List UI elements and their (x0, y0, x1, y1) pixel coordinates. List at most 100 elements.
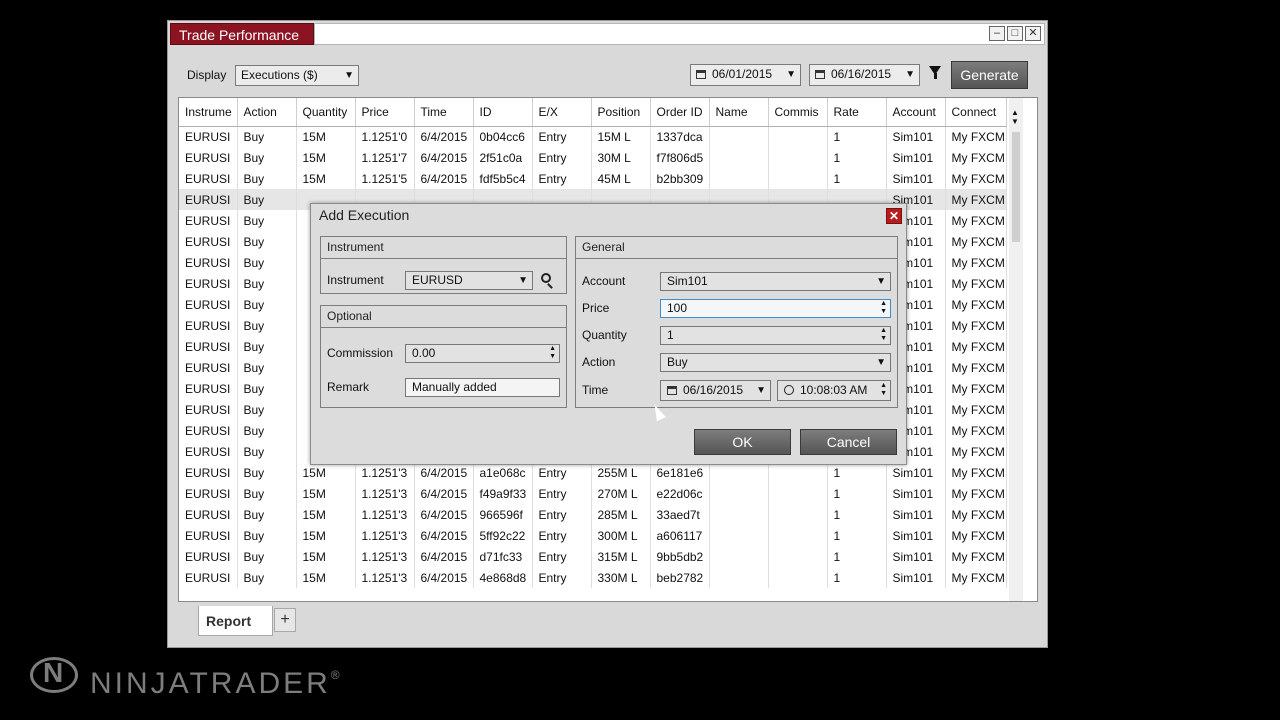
table-cell: EURUSI (179, 126, 238, 147)
account-value: Sim101 (667, 274, 708, 288)
ok-button[interactable]: OK (694, 429, 791, 455)
table-cell: Buy (237, 462, 297, 483)
sort-arrows-icon[interactable]: ▲ ▼ (1011, 108, 1019, 126)
from-date-picker[interactable]: 06/01/2015 ▼ (690, 64, 801, 86)
table-cell: My FXCM (945, 294, 1007, 315)
table-cell: 15M (296, 147, 356, 168)
search-icon[interactable] (541, 273, 551, 283)
execution-time-stepper[interactable]: 10:08:03 AM ▲ ▼ (777, 380, 891, 401)
table-cell: My FXCM (945, 378, 1007, 399)
column-header[interactable]: Instrume (179, 98, 238, 127)
table-cell: Sim101 (886, 483, 946, 504)
table-cell: My FXCM (945, 399, 1007, 420)
table-cell: My FXCM (945, 168, 1007, 189)
table-cell: EURUSI (179, 504, 238, 525)
table-cell (768, 525, 828, 546)
dialog-close-icon[interactable]: ✕ (886, 208, 902, 224)
table-cell: 9bb5db2 (650, 546, 710, 567)
table-cell: f49a9f33 (473, 483, 533, 504)
cancel-button[interactable]: Cancel (800, 429, 897, 455)
column-header[interactable]: Account (886, 98, 946, 127)
table-cell: 15M (296, 462, 356, 483)
table-row[interactable]: EURUSI Buy 15M 1.1251'3 6/4/2015 d71fc33 Entry… (179, 546, 1007, 567)
account-select[interactable]: Sim101 ▼ (660, 272, 891, 291)
commission-stepper[interactable]: 0.00 ▲ ▼ (405, 344, 560, 363)
table-cell: EURUSI (179, 168, 238, 189)
spinner-arrows-icon[interactable]: ▲ ▼ (880, 382, 887, 398)
table-cell: 330M L (591, 567, 651, 588)
table-cell: EURUSI (179, 231, 238, 252)
table-cell (768, 483, 828, 504)
table-cell: 1.1251'3 (355, 483, 415, 504)
table-cell (768, 504, 828, 525)
table-cell: 2f51c0a (473, 147, 533, 168)
table-cell: Entry (532, 504, 592, 525)
vertical-scrollbar[interactable]: ▲ ▼ (1009, 98, 1023, 601)
generate-button[interactable]: Generate (951, 61, 1028, 89)
table-cell: Sim101 (886, 168, 946, 189)
column-header[interactable]: Commis (768, 98, 828, 127)
table-cell: 15M L (591, 126, 651, 147)
spinner-arrows-icon[interactable]: ▲ ▼ (549, 345, 556, 361)
column-header[interactable]: Price (355, 98, 415, 127)
table-cell: Sim101 (886, 126, 946, 147)
table-cell: EURUSI (179, 336, 238, 357)
table-row[interactable]: EURUSI Buy 15M 1.1251'5 6/4/2015 fdf5b5c4 Entr… (179, 168, 1007, 189)
column-header[interactable]: ID (473, 98, 533, 127)
table-cell: My FXCM (945, 483, 1007, 504)
maximize-icon[interactable]: □ (1007, 26, 1023, 41)
column-header[interactable]: Time (414, 98, 474, 127)
action-select[interactable]: Buy ▼ (660, 353, 891, 372)
table-cell: 15M (296, 168, 356, 189)
instrument-label: Instrument (327, 273, 384, 287)
table-row[interactable]: EURUSI Buy 15M 1.1251'3 6/4/2015 4e868d8 Entry… (179, 567, 1007, 588)
column-header[interactable]: Action (237, 98, 297, 127)
column-header[interactable]: Rate (827, 98, 887, 127)
close-icon[interactable]: ✕ (1025, 26, 1041, 41)
table-row[interactable]: EURUSI Buy 15M 1.1251'7 6/4/2015 2f51c0a Entry… (179, 147, 1007, 168)
table-cell: 1.1251'5 (355, 168, 415, 189)
scrollbar-thumb[interactable] (1012, 132, 1020, 242)
table-cell: 1.1251'3 (355, 504, 415, 525)
table-cell: Buy (237, 399, 297, 420)
column-header[interactable]: Name (709, 98, 769, 127)
to-date-picker[interactable]: 06/16/2015 ▼ (809, 64, 920, 86)
general-group-header: General (576, 237, 897, 259)
spinner-arrows-icon[interactable]: ▲ ▼ (880, 327, 887, 343)
chevron-down-icon: ▼ (756, 385, 766, 396)
table-row[interactable]: EURUSI Buy 15M 1.1251'3 6/4/2015 966596f Entry… (179, 504, 1007, 525)
table-cell: My FXCM (945, 567, 1007, 588)
column-header[interactable]: E/X (532, 98, 592, 127)
minimize-icon[interactable]: – (989, 26, 1005, 41)
spinner-arrows-icon[interactable]: ▲ ▼ (880, 300, 887, 316)
column-header[interactable]: Quantity (296, 98, 356, 127)
table-cell: Buy (237, 525, 297, 546)
add-tab-button[interactable]: + (274, 608, 296, 632)
window-title[interactable]: Trade Performance (170, 23, 314, 45)
price-stepper[interactable]: 100 ▲ ▼ (660, 299, 891, 318)
table-row[interactable]: EURUSI Buy 15M 1.1251'0 6/4/2015 0b04cc6 Entry… (179, 126, 1007, 147)
table-cell: Sim101 (886, 525, 946, 546)
table-cell: 1 (827, 483, 887, 504)
quantity-stepper[interactable]: 1 ▲ ▼ (660, 326, 891, 345)
tab-report[interactable]: Report (198, 606, 273, 636)
table-cell: 15M (296, 546, 356, 567)
display-select[interactable]: Executions ($) ▼ (235, 65, 359, 86)
column-header[interactable]: Position (591, 98, 651, 127)
table-row[interactable]: EURUSI Buy 15M 1.1251'3 6/4/2015 f49a9f33 Entr… (179, 483, 1007, 504)
table-cell: My FXCM (945, 210, 1007, 231)
execution-date-picker[interactable]: 06/16/2015 ▼ (660, 380, 771, 401)
table-row[interactable]: EURUSI Buy 15M 1.1251'3 6/4/2015 5ff92c22 Entr… (179, 525, 1007, 546)
column-header[interactable]: Order ID (650, 98, 710, 127)
from-date-value: 06/01/2015 (712, 67, 773, 81)
column-header[interactable]: Connect (945, 98, 1007, 127)
table-cell (709, 147, 769, 168)
table-cell: 6/4/2015 (414, 483, 474, 504)
table-cell: 6/4/2015 (414, 525, 474, 546)
table-row[interactable]: EURUSI Buy 15M 1.1251'3 6/4/2015 a1e068c Entry… (179, 462, 1007, 483)
table-cell: Buy (237, 126, 297, 147)
instrument-select[interactable]: EURUSD ▼ (405, 271, 533, 290)
remark-field[interactable]: Manually added (405, 378, 560, 397)
table-cell: Buy (237, 420, 297, 441)
table-cell: Buy (237, 315, 297, 336)
